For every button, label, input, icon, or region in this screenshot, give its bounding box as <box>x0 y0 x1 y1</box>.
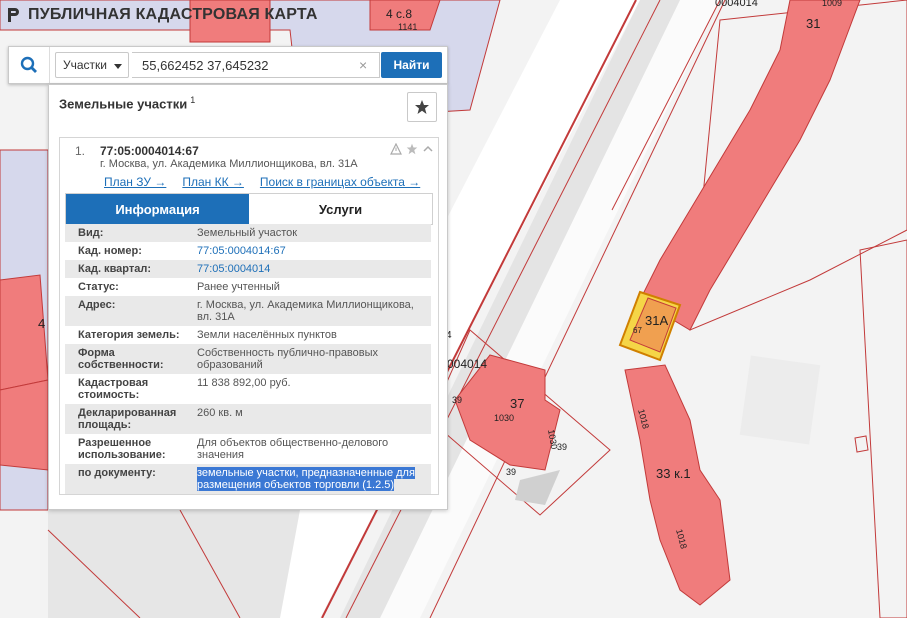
field-value: 260 кв. м <box>197 407 243 419</box>
chevron-down-icon <box>114 64 122 69</box>
item-number: 1. <box>75 144 86 158</box>
map-label-39c: 39 <box>506 467 516 477</box>
card-icons <box>390 143 434 155</box>
info-row-cadnum: Кад. номер: 77:05:0004014:67 <box>65 242 431 260</box>
field-value: 11 838 892,00 руб. <box>197 377 291 389</box>
map-label-67: 67 <box>633 326 642 335</box>
field-label: Декларированная площадь: <box>78 407 177 431</box>
building-left-2 <box>0 379 49 471</box>
search-icon[interactable] <box>9 47 50 83</box>
results-title: Земельные участки 1 <box>59 95 195 111</box>
app-title: ПУБЛИЧНАЯ КАДАСТРОВАЯ КАРТА <box>28 6 318 23</box>
map-label-37: 37 <box>510 396 524 411</box>
map-label-39a: 39 <box>452 395 462 405</box>
info-row-quarter: Кад. квартал: 77:05:0004014 <box>65 260 431 278</box>
find-button[interactable]: Найти <box>381 52 442 78</box>
search-bar: Участки × Найти <box>8 46 448 84</box>
map-label-top-bldg: 4 с.8 <box>386 7 412 21</box>
results-panel: Земельные участки 1 1. 77:05:0004014:67 г… <box>48 84 448 510</box>
warning-icon[interactable] <box>390 143 402 155</box>
field-label: Кад. квартал: <box>78 263 152 275</box>
field-label: Форма собственности: <box>78 347 164 371</box>
field-value: Для объектов общественно-делового значен… <box>197 437 389 461</box>
item-links: План ЗУ → План КК → Поиск в границах объ… <box>104 175 420 189</box>
field-value: Собственность публично-правовых образова… <box>197 347 379 371</box>
info-row-area: Декларированная площадь: 260 кв. м <box>65 404 431 434</box>
link-plan-kk[interactable]: План КК → <box>182 175 244 189</box>
favorite-button[interactable] <box>407 92 437 122</box>
link-search-in-bounds[interactable]: Поиск в границах объекта → <box>260 175 420 189</box>
map-label-1009: 1009 <box>822 0 842 8</box>
search-type-label: Участки <box>63 58 107 72</box>
clear-icon[interactable]: × <box>359 57 367 73</box>
field-label: Категория земель: <box>78 329 180 341</box>
field-value-link[interactable]: 77:05:0004014 <box>185 260 431 278</box>
info-row-type: Вид: Земельный участок <box>65 224 431 242</box>
field-label: Разрешенное использование: <box>78 437 166 461</box>
info-row-by-document: по документу: земельные участки, предназн… <box>65 464 431 494</box>
map-label-quarter: 004014 <box>447 357 487 371</box>
chevron-up-icon[interactable] <box>422 143 434 155</box>
field-value: Земли населённых пунктов <box>197 329 337 341</box>
map-label-39b: 39 <box>557 442 567 452</box>
search-type-select[interactable]: Участки <box>55 52 129 78</box>
map-label-31: 31 <box>806 16 820 31</box>
results-count: 1 <box>190 95 196 105</box>
results-title-text: Земельные участки <box>59 96 188 112</box>
app-header: ПУБЛИЧНАЯ КАДАСТРОВАЯ КАРТА <box>6 6 318 24</box>
field-value-link[interactable]: 77:05:0004014:67 <box>185 242 431 260</box>
field-label: Вид: <box>78 227 104 239</box>
info-row-category: Категория земель: Земли населённых пункто… <box>65 326 431 344</box>
selected-text: земельные участки, предназначенные для р… <box>197 467 415 491</box>
building-left-1 <box>0 274 49 391</box>
info-table: Вид: Земельный участок Кад. номер: 77:05:0… <box>65 224 431 494</box>
field-value: Ранее учтенный <box>197 281 280 293</box>
info-row-status: Статус: Ранее учтенный <box>65 278 431 296</box>
star-icon[interactable] <box>406 143 418 155</box>
map-label-1030a: 1030 <box>494 413 514 423</box>
map-label-top-small: 1141 <box>398 22 417 32</box>
item-cadastral-number: 77:05:0004014:67 <box>100 144 199 158</box>
road-bottom-left <box>48 510 300 618</box>
logo-icon <box>8 8 19 22</box>
info-row-ownership: Форма собственности: Собственность публич… <box>65 344 431 374</box>
map-label-31a: 31А <box>645 313 668 328</box>
tab-information[interactable]: Информация <box>66 194 249 224</box>
field-value: г. Москва, ул. Академика Миллионщикова, … <box>197 299 414 323</box>
field-label: Адрес: <box>78 299 116 311</box>
light-lot <box>739 355 821 445</box>
star-icon <box>415 100 429 114</box>
info-row-cadastral-value: Кадастровая стоимость: 11 838 892,00 руб. <box>65 374 431 404</box>
info-tabs: Информация Услуги <box>65 193 433 225</box>
field-label: Статус: <box>78 281 119 293</box>
map-label-33k1: 33 к.1 <box>656 466 691 481</box>
field-label: по документу: <box>78 467 156 479</box>
map-label-left4: 4 <box>38 316 45 331</box>
item-address: г. Москва, ул. Академика Миллионщикова, … <box>100 158 358 170</box>
field-value: земельные участки, предназначенные для р… <box>185 464 431 494</box>
result-card[interactable]: 1. 77:05:0004014:67 г. Москва, ул. Акаде… <box>59 137 439 495</box>
info-row-permitted-use: Разрешенное использование: Для объектов о… <box>65 434 431 464</box>
link-plan-zu[interactable]: План ЗУ → <box>104 175 166 189</box>
field-label: Кадастровая стоимость: <box>78 377 149 401</box>
field-value: Земельный участок <box>197 227 298 239</box>
field-label: Кад. номер: <box>78 245 142 257</box>
tab-services[interactable]: Услуги <box>249 194 432 224</box>
map-label-top-quarter: 0004014 <box>715 0 758 9</box>
search-input[interactable] <box>132 52 380 78</box>
info-row-address: Адрес: г. Москва, ул. Академика Миллионщи… <box>65 296 431 326</box>
